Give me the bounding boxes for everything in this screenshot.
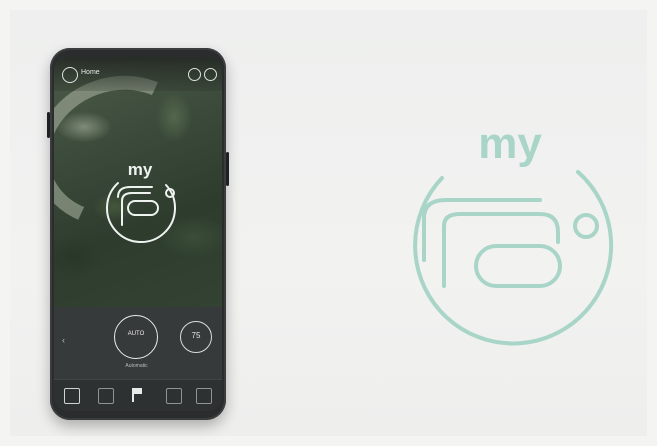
large-logo-text: my [478, 119, 542, 168]
flag-icon[interactable] [132, 388, 142, 402]
pump-icon[interactable] [98, 388, 114, 404]
phone-brand-logo: my [106, 160, 176, 244]
brand-logo-large: my [413, 119, 614, 346]
folder-icon[interactable] [196, 388, 212, 404]
mode-button[interactable]: AUTO [114, 315, 158, 359]
phone-power-button [226, 152, 229, 186]
phone-logo-text: my [128, 160, 153, 179]
phone-volume-button [47, 112, 50, 138]
chevron-left-icon[interactable]: ‹ [62, 335, 65, 345]
mode-button-label: AUTO [127, 331, 145, 337]
level-dial[interactable]: 75 [180, 321, 212, 353]
home-icon[interactable] [64, 388, 80, 404]
mode-caption: Automatic [125, 363, 148, 369]
inbox-icon[interactable] [166, 388, 182, 404]
phone-screen: Home my ‹ AUTO Automatic 75 [54, 57, 222, 411]
user-icon[interactable] [188, 68, 201, 81]
bottom-tab-bar [54, 379, 222, 411]
level-value: 75 [191, 331, 201, 340]
phone-mockup: Home my ‹ AUTO Automatic 75 [47, 48, 229, 420]
settings-icon[interactable] [204, 68, 217, 81]
screen-title: Home [81, 69, 100, 76]
app-logo-icon[interactable] [62, 67, 78, 83]
app-header: Home [54, 57, 222, 91]
control-panel: ‹ AUTO Automatic 75 [54, 307, 222, 379]
